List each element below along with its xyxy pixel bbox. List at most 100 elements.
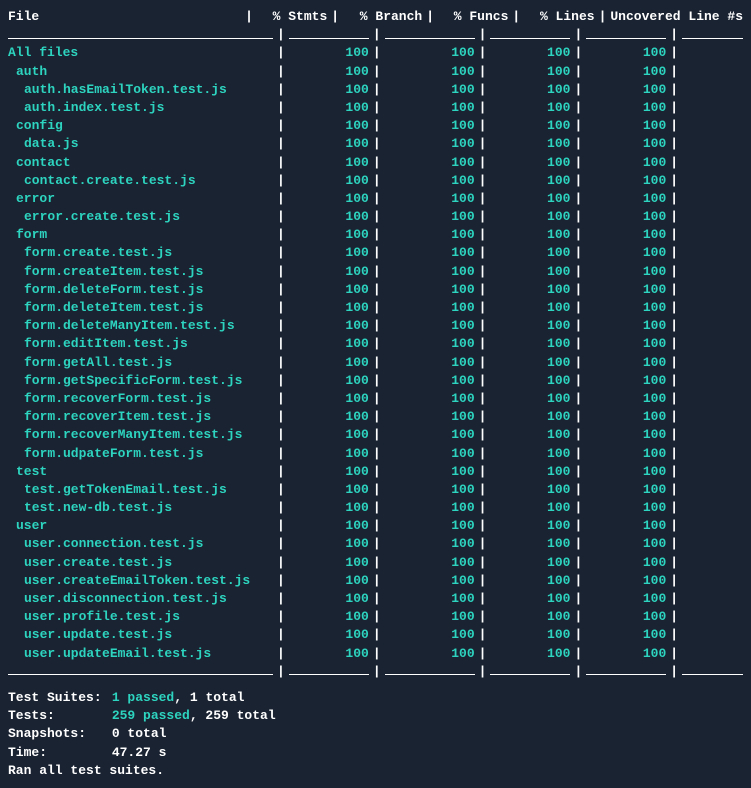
pipe-separator: | bbox=[273, 335, 289, 353]
metric-stmts: 100 bbox=[289, 44, 369, 62]
pipe-separator: | bbox=[570, 299, 586, 317]
metric-funcs: 100 bbox=[490, 517, 570, 535]
pipe-separator: | bbox=[666, 626, 682, 644]
pipe-separator: | bbox=[273, 226, 289, 244]
pipe-separator: | bbox=[666, 226, 682, 244]
table-row: error|100|100|100|100| bbox=[8, 190, 743, 208]
metric-funcs: 100 bbox=[490, 608, 570, 626]
file-name: form.createItem.test.js bbox=[8, 263, 273, 281]
uncovered-lines bbox=[682, 190, 743, 208]
metric-funcs: 100 bbox=[490, 81, 570, 99]
pipe-separator: | bbox=[570, 44, 586, 62]
metric-stmts: 100 bbox=[289, 390, 369, 408]
metric-stmts: 100 bbox=[289, 626, 369, 644]
pipe-separator: | bbox=[369, 608, 385, 626]
pipe-separator: | bbox=[475, 226, 491, 244]
pipe-separator: | bbox=[273, 263, 289, 281]
metric-funcs: 100 bbox=[490, 281, 570, 299]
pipe-separator: | bbox=[666, 281, 682, 299]
pipe-separator: | bbox=[475, 263, 491, 281]
pipe-separator: | bbox=[666, 135, 682, 153]
metric-stmts: 100 bbox=[289, 99, 369, 117]
uncovered-lines bbox=[682, 590, 743, 608]
metric-stmts: 100 bbox=[289, 281, 369, 299]
pipe-separator: | bbox=[475, 535, 491, 553]
pipe-separator: | bbox=[369, 63, 385, 81]
pipe-separator: | bbox=[570, 608, 586, 626]
metric-stmts: 100 bbox=[289, 517, 369, 535]
pipe-separator: | bbox=[666, 572, 682, 590]
pipe-separator: | bbox=[369, 463, 385, 481]
pipe-separator: | bbox=[475, 154, 491, 172]
metric-lines: 100 bbox=[586, 190, 666, 208]
table-row: user.createEmailToken.test.js|100|100|10… bbox=[8, 572, 743, 590]
pipe-separator: | bbox=[570, 590, 586, 608]
uncovered-lines bbox=[682, 572, 743, 590]
pipe-separator: | bbox=[273, 645, 289, 663]
metric-stmts: 100 bbox=[289, 244, 369, 262]
uncovered-lines bbox=[682, 626, 743, 644]
table-row: All files|100|100|100|100| bbox=[8, 44, 743, 62]
metric-branch: 100 bbox=[385, 172, 475, 190]
pipe-separator: | bbox=[570, 499, 586, 517]
pipe-separator: | bbox=[273, 154, 289, 172]
pipe-separator: | bbox=[369, 481, 385, 499]
pipe-separator: | bbox=[273, 172, 289, 190]
metric-branch: 100 bbox=[385, 590, 475, 608]
file-name: form.create.test.js bbox=[8, 244, 273, 262]
separator-row: | | | | | bbox=[8, 26, 743, 44]
pipe-separator: | bbox=[475, 135, 491, 153]
pipe-separator: | bbox=[369, 81, 385, 99]
pipe-separator: | bbox=[666, 426, 682, 444]
metric-stmts: 100 bbox=[289, 317, 369, 335]
metric-lines: 100 bbox=[586, 154, 666, 172]
table-row: test|100|100|100|100| bbox=[8, 463, 743, 481]
pipe-separator: | bbox=[570, 463, 586, 481]
pipe-separator: | bbox=[475, 354, 491, 372]
pipe-separator: | bbox=[666, 590, 682, 608]
metric-funcs: 100 bbox=[490, 117, 570, 135]
metric-branch: 100 bbox=[385, 299, 475, 317]
table-row: user|100|100|100|100| bbox=[8, 517, 743, 535]
pipe-separator: | bbox=[273, 81, 289, 99]
pipe-separator: | bbox=[273, 463, 289, 481]
table-row: form.getSpecificForm.test.js|100|100|100… bbox=[8, 372, 743, 390]
metric-funcs: 100 bbox=[490, 499, 570, 517]
metric-stmts: 100 bbox=[289, 372, 369, 390]
uncovered-lines bbox=[682, 135, 743, 153]
metric-lines: 100 bbox=[586, 554, 666, 572]
uncovered-lines bbox=[682, 354, 743, 372]
pipe-separator: | bbox=[666, 499, 682, 517]
pipe-separator: | bbox=[273, 390, 289, 408]
pipe-separator: | bbox=[475, 81, 491, 99]
pipe-separator: | bbox=[273, 281, 289, 299]
pipe-separator: | bbox=[475, 517, 491, 535]
pipe-separator: | bbox=[475, 299, 491, 317]
pipe-separator: | bbox=[666, 299, 682, 317]
pipe-separator: | bbox=[369, 208, 385, 226]
file-name: data.js bbox=[8, 135, 273, 153]
metric-lines: 100 bbox=[586, 608, 666, 626]
metric-funcs: 100 bbox=[490, 190, 570, 208]
pipe-separator: | bbox=[570, 244, 586, 262]
uncovered-lines bbox=[682, 426, 743, 444]
pipe-separator: | bbox=[369, 226, 385, 244]
pipe-separator: | bbox=[666, 372, 682, 390]
metric-stmts: 100 bbox=[289, 117, 369, 135]
pipe-separator: | bbox=[666, 117, 682, 135]
metric-lines: 100 bbox=[586, 354, 666, 372]
pipe-separator: | bbox=[273, 590, 289, 608]
pipe-separator: | bbox=[475, 390, 491, 408]
summary-test-suites: Test Suites: 1 passed, 1 total bbox=[8, 689, 743, 707]
pipe-separator: | bbox=[369, 263, 385, 281]
file-name: form.deleteItem.test.js bbox=[8, 299, 273, 317]
pipe-separator: | bbox=[273, 117, 289, 135]
metric-lines: 100 bbox=[586, 535, 666, 553]
uncovered-lines bbox=[682, 44, 743, 62]
file-name: error bbox=[8, 190, 273, 208]
metric-funcs: 100 bbox=[490, 645, 570, 663]
pipe-separator: | bbox=[369, 390, 385, 408]
uncovered-lines bbox=[682, 317, 743, 335]
table-row: config|100|100|100|100| bbox=[8, 117, 743, 135]
header-file: File bbox=[8, 8, 241, 26]
